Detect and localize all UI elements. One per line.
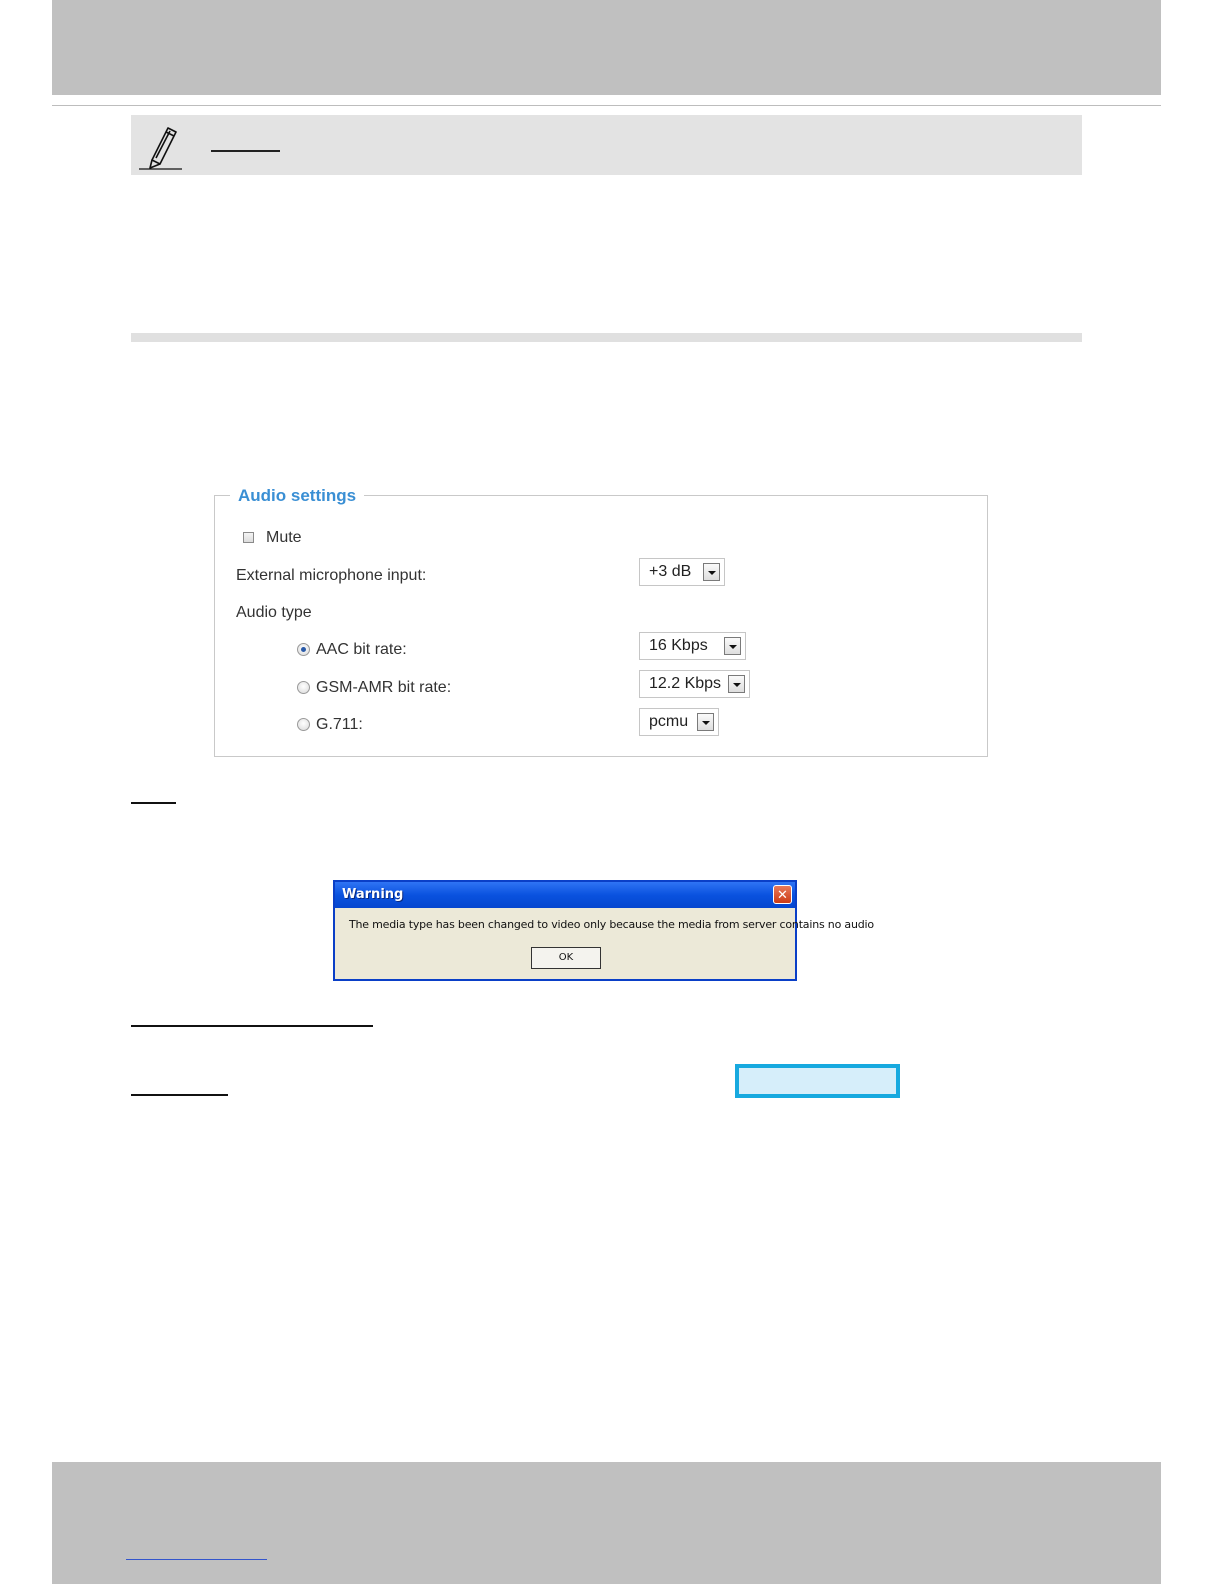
footer-band (52, 1462, 1161, 1584)
mute-label: Mute (266, 529, 302, 546)
aac-label: AAC bit rate: (316, 641, 407, 658)
highlight-box (735, 1064, 900, 1098)
text-underline (131, 1025, 373, 1027)
mute-checkbox[interactable] (243, 532, 254, 543)
header-rule (52, 105, 1161, 106)
audio-type-label: Audio type (236, 604, 312, 621)
g711-radio[interactable] (297, 718, 310, 731)
chevron-down-icon[interactable] (724, 637, 741, 655)
footer-link-underline[interactable] (126, 1559, 267, 1560)
g711-mode-value: pcmu (649, 713, 689, 730)
g711-label: G.711: (316, 716, 363, 733)
chevron-down-icon[interactable] (703, 563, 720, 581)
gsm-amr-bitrate-select[interactable]: 12.2 Kbps (639, 670, 750, 698)
chevron-down-icon[interactable] (697, 713, 714, 731)
warning-titlebar[interactable]: Warning ✕ (335, 882, 795, 908)
mic-input-value: +3 dB (649, 563, 692, 580)
warning-dialog: Warning ✕ The media type has been change… (333, 880, 874, 981)
audio-settings-legend: Audio settings (230, 484, 365, 508)
section-divider (131, 333, 1082, 342)
gsm-amr-label: GSM-AMR bit rate: (316, 679, 452, 696)
aac-bitrate-value: 16 Kbps (649, 637, 708, 654)
warning-title: Warning (342, 887, 404, 902)
text-underline (131, 802, 176, 804)
gsm-amr-radio[interactable] (297, 681, 310, 694)
g711-mode-select[interactable]: pcmu (639, 708, 719, 736)
aac-bitrate-select[interactable]: 16 Kbps (639, 632, 746, 660)
mic-input-select[interactable]: +3 dB (639, 558, 725, 586)
pencil-icon (139, 127, 182, 170)
note-box (131, 115, 1082, 175)
chevron-down-icon[interactable] (728, 675, 745, 693)
text-underline (131, 1094, 228, 1096)
ok-button[interactable]: OK (531, 947, 601, 969)
warning-message: The media type has been changed to video… (349, 918, 874, 931)
close-icon[interactable]: ✕ (773, 885, 792, 904)
header-band (52, 0, 1161, 95)
gsm-amr-bitrate-value: 12.2 Kbps (649, 675, 722, 692)
note-heading-underline (211, 150, 280, 152)
mic-input-label: External microphone input: (236, 567, 427, 584)
aac-radio[interactable] (297, 643, 310, 656)
